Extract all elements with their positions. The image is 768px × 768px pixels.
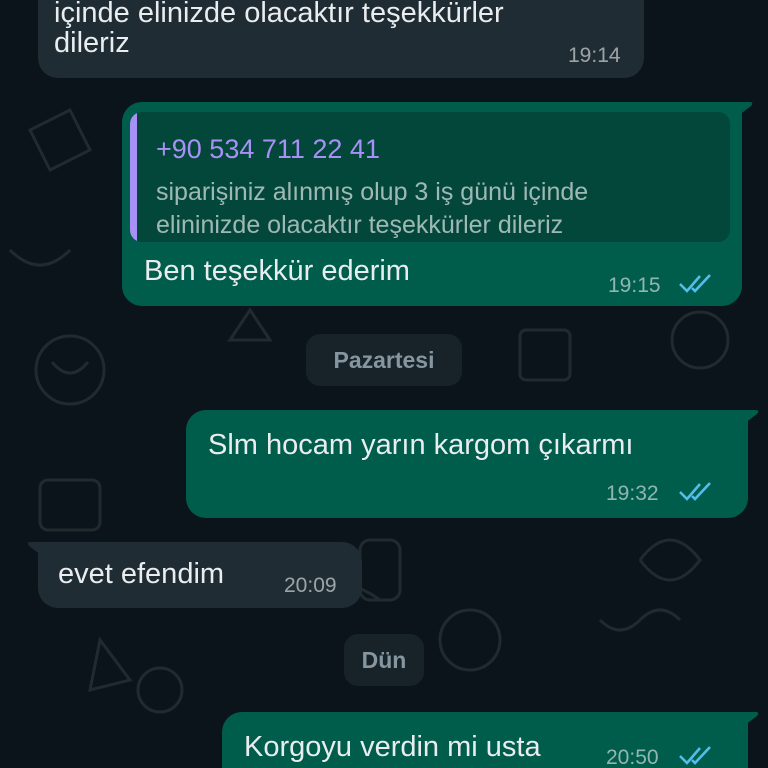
- quoted-message[interactable]: +90 534 711 22 41 siparişiniz alınmış ol…: [130, 112, 730, 242]
- chat-window[interactable]: içinde elinizde olacaktır teşekkürler di…: [0, 0, 768, 768]
- message-time: 19:14: [568, 44, 621, 67]
- message-text: Slm hocam yarın kargom çıkarmı: [208, 429, 634, 461]
- message-bubble-incoming[interactable]: içinde elinizde olacaktır teşekkürler di…: [38, 0, 644, 78]
- double-check-icon: [679, 482, 711, 501]
- quote-author: +90 534 711 22 41: [156, 134, 380, 164]
- quote-accent-bar: [130, 112, 137, 242]
- message-time: 19:15: [608, 274, 661, 297]
- message-bubble-outgoing[interactable]: +90 534 711 22 41 siparişiniz alınmış ol…: [122, 102, 742, 306]
- quote-text-line: siparişiniz alınmış olup 3 iş günü içind…: [156, 178, 589, 206]
- message-time: 20:50: [606, 746, 659, 768]
- message-time: 19:32: [606, 482, 659, 505]
- message-bubble-incoming[interactable]: evet efendim 20:09: [38, 542, 362, 608]
- date-divider: Pazartesi: [306, 334, 462, 386]
- message-text-line: dileriz: [54, 27, 130, 59]
- message-time: 20:09: [284, 574, 337, 597]
- message-text: Ben teşekkür ederim: [144, 255, 410, 287]
- message-bubble-outgoing[interactable]: Slm hocam yarın kargom çıkarmı 19:32: [186, 410, 748, 518]
- date-divider: Dün: [344, 634, 424, 686]
- quote-text-line: elininizde olacaktır teşekkürler dileriz: [156, 211, 564, 239]
- double-check-icon: [679, 746, 711, 765]
- message-bubble-outgoing[interactable]: Korgoyu verdin mi usta 20:50: [222, 712, 748, 768]
- double-check-icon: [679, 274, 711, 293]
- message-text: evet efendim: [58, 558, 225, 590]
- message-text: Korgoyu verdin mi usta: [244, 731, 541, 763]
